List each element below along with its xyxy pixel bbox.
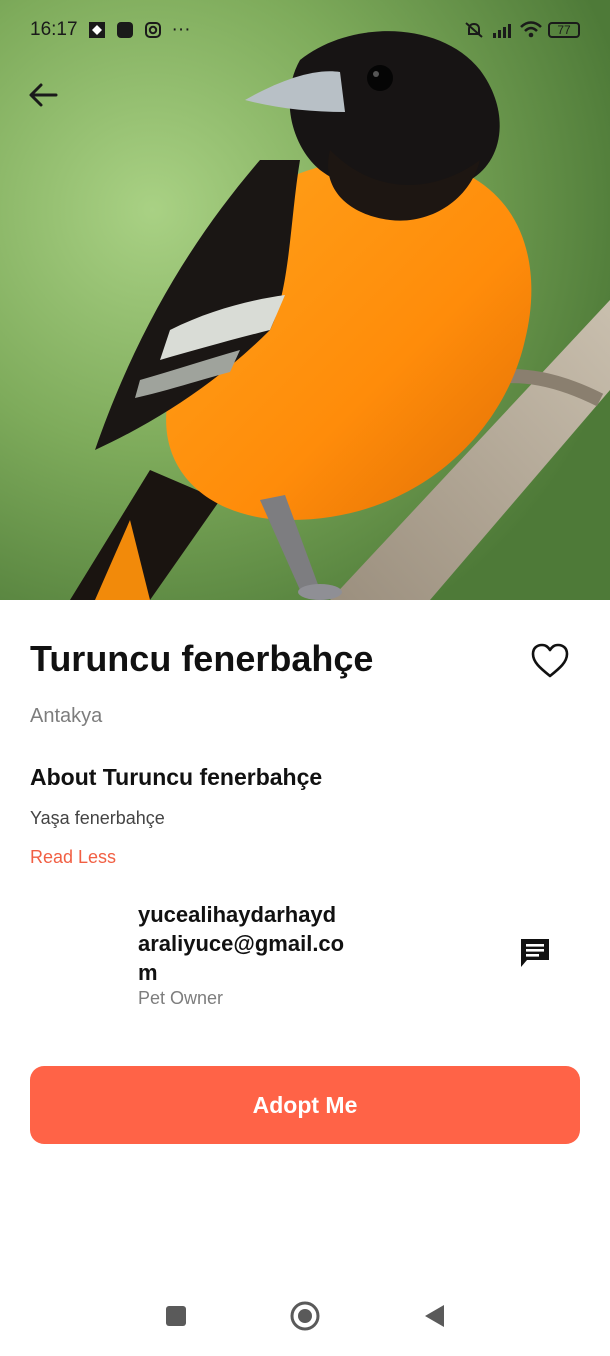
wifi-icon (520, 21, 542, 39)
instagram-icon (144, 21, 162, 39)
status-time: 16:17 (30, 19, 78, 40)
system-back-button[interactable] (417, 1299, 451, 1333)
recent-apps-button[interactable] (159, 1299, 193, 1333)
message-icon (521, 939, 549, 967)
mute-icon (464, 21, 483, 39)
owner-card: yucealihaydarhaydaraliyuce@gmail.com Pet… (30, 898, 580, 1018)
read-less-link[interactable]: Read Less (30, 847, 116, 868)
back-triangle-icon (425, 1305, 444, 1327)
pet-location: Antakya (30, 705, 103, 727)
message-button[interactable] (518, 936, 552, 970)
heart-outline-icon (531, 643, 569, 678)
battery-level: 77 (557, 23, 571, 37)
owner-email: yucealihaydarhaydaraliyuce@gmail.com (138, 902, 345, 985)
more-dots-icon: ··· (171, 19, 191, 40)
arrow-left-icon (29, 83, 58, 107)
owner-avatar (30, 898, 122, 990)
square-app-icon (116, 21, 134, 39)
home-icon (290, 1301, 320, 1331)
bird-illustration (0, 0, 610, 600)
adopt-me-button[interactable]: Adopt Me (30, 1066, 580, 1144)
back-button[interactable] (24, 76, 62, 114)
system-nav-bar (0, 1276, 610, 1356)
about-text: Yaşa fenerbahçe (30, 808, 165, 828)
recent-apps-icon (166, 1306, 186, 1326)
signal-icon (492, 21, 511, 39)
favorite-button[interactable] (530, 642, 570, 680)
title-row: Turuncu fenerbahçe (30, 638, 580, 688)
home-button[interactable] (288, 1299, 322, 1333)
status-bar: 16:17 ··· 77 (0, 0, 610, 60)
app-notification-icon (88, 21, 106, 39)
about-heading: About Turuncu fenerbahçe (30, 764, 323, 790)
pet-name: Turuncu fenerbahçe (30, 638, 374, 679)
owner-role: Pet Owner (138, 988, 224, 1008)
pet-photo: 16:17 ··· 77 (0, 0, 610, 600)
battery-icon: 77 (548, 22, 580, 38)
